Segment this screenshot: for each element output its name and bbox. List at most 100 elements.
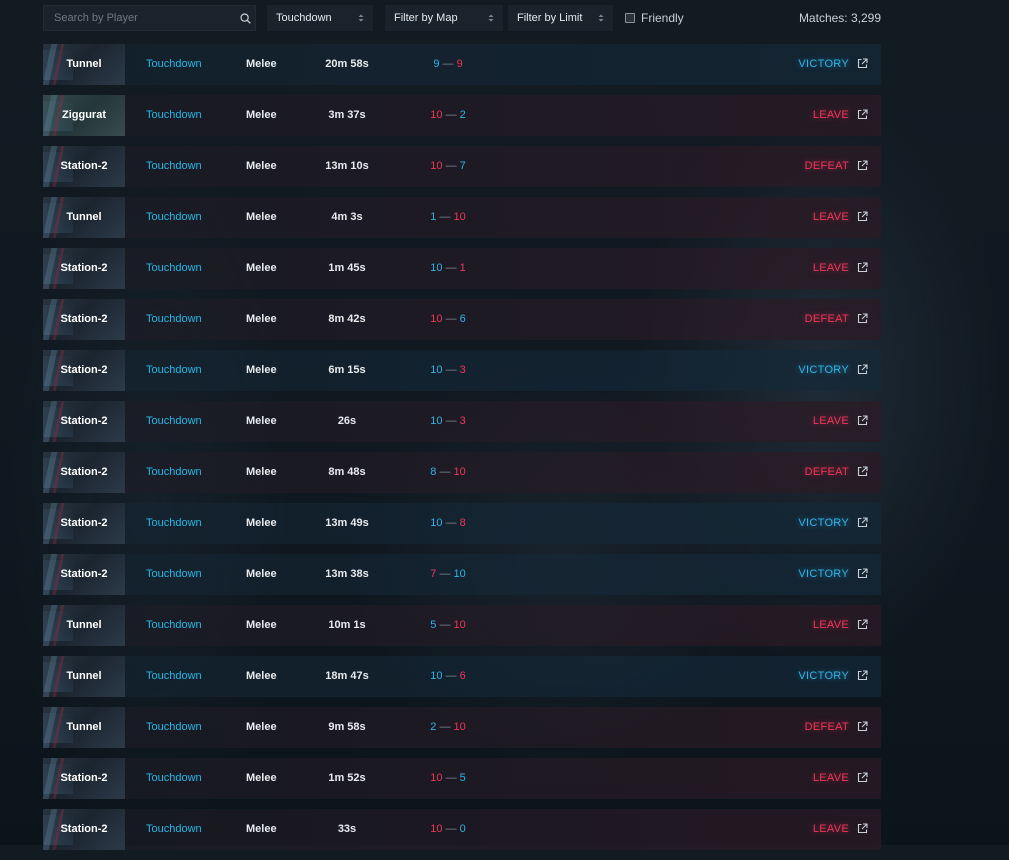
external-link-icon[interactable]: [857, 568, 868, 579]
limit-select[interactable]: Filter by Limit: [508, 5, 613, 31]
score-team-b: 0: [459, 823, 466, 835]
search-box: [43, 5, 256, 31]
match-duration: 18m 47s: [325, 670, 369, 682]
match-row[interactable]: Tunnel Touchdown Melee 20m 58s 9 — 9 VIC…: [43, 44, 881, 85]
score-separator: —: [442, 58, 457, 70]
score-team-b: 7: [459, 160, 466, 172]
game-mode: Touchdown: [146, 670, 202, 682]
match-row[interactable]: Station-2 Touchdown Melee 13m 49s 10 — 8…: [43, 503, 881, 544]
external-link-icon[interactable]: [857, 364, 868, 375]
game-mode: Touchdown: [146, 262, 202, 274]
match-duration: 1m 45s: [328, 262, 366, 274]
score-team-b: 10: [453, 211, 466, 223]
match-row[interactable]: Station-2 Touchdown Melee 1m 45s 10 — 1 …: [43, 248, 881, 289]
external-link-icon[interactable]: [857, 313, 868, 324]
match-row[interactable]: Station-2 Touchdown Melee 26s 10 — 3 LEA…: [43, 401, 881, 442]
row-background: [125, 95, 881, 136]
score-separator: —: [445, 160, 460, 172]
external-link-icon[interactable]: [857, 721, 868, 732]
external-link-icon[interactable]: [857, 160, 868, 171]
match-row[interactable]: Ziggurat Touchdown Melee 3m 37s 10 — 2 L…: [43, 95, 881, 136]
score-team-a: 1: [430, 211, 437, 223]
game-mode: Touchdown: [146, 772, 202, 784]
match-type: Melee: [246, 160, 277, 172]
score-separator: —: [445, 823, 460, 835]
score-team-a: 10: [430, 772, 443, 784]
search-button[interactable]: [234, 6, 257, 30]
score-separator: —: [439, 721, 454, 733]
score-separator: —: [445, 415, 460, 427]
map-select[interactable]: Filter by Map: [385, 5, 503, 31]
checkbox-box[interactable]: [625, 13, 635, 23]
match-duration: 4m 3s: [331, 211, 363, 223]
score-team-a: 10: [430, 670, 443, 682]
external-link-icon[interactable]: [857, 466, 868, 477]
match-type: Melee: [246, 721, 277, 733]
search-icon: [240, 12, 251, 24]
row-background: [125, 44, 881, 85]
score-team-a: 10: [430, 823, 443, 835]
match-score: 1 — 10: [403, 211, 493, 223]
external-link-icon[interactable]: [857, 415, 868, 426]
friendly-checkbox[interactable]: Friendly: [625, 11, 684, 25]
match-row[interactable]: Tunnel Touchdown Melee 10m 1s 5 — 10 LEA…: [43, 605, 881, 646]
match-result: DEFEAT: [804, 313, 849, 325]
match-type: Melee: [246, 619, 277, 631]
match-duration: 6m 15s: [328, 364, 366, 376]
score-separator: —: [445, 772, 460, 784]
match-score: 10 — 6: [403, 313, 493, 325]
match-row[interactable]: Station-2 Touchdown Melee 1m 52s 10 — 5 …: [43, 758, 881, 799]
match-row[interactable]: Tunnel Touchdown Melee 4m 3s 1 — 10 LEAV…: [43, 197, 881, 238]
score-separator: —: [445, 262, 460, 274]
external-link-icon[interactable]: [857, 619, 868, 630]
match-type: Melee: [246, 517, 277, 529]
match-type: Melee: [246, 364, 277, 376]
external-link-icon[interactable]: [857, 670, 868, 681]
match-result: LEAVE: [812, 211, 849, 223]
row-background: [125, 350, 881, 391]
row-background: [125, 146, 881, 187]
mode-select[interactable]: Touchdown: [267, 5, 373, 31]
game-mode: Touchdown: [146, 160, 202, 172]
external-link-icon[interactable]: [857, 58, 868, 69]
match-row[interactable]: Station-2 Touchdown Melee 33s 10 — 0 LEA…: [43, 809, 881, 850]
match-row[interactable]: Station-2 Touchdown Melee 13m 10s 10 — 7…: [43, 146, 881, 187]
friendly-label: Friendly: [641, 11, 684, 25]
external-link-icon[interactable]: [857, 262, 868, 273]
match-list: Tunnel Touchdown Melee 20m 58s 9 — 9 VIC…: [43, 44, 881, 860]
match-score: 10 — 5: [403, 772, 493, 784]
match-duration: 9m 58s: [328, 721, 366, 733]
match-result: LEAVE: [812, 619, 849, 631]
search-input[interactable]: [44, 6, 230, 30]
select-arrows-icon: [358, 14, 364, 22]
external-link-icon[interactable]: [857, 109, 868, 120]
external-link-icon[interactable]: [857, 211, 868, 222]
match-score: 10 — 2: [403, 109, 493, 121]
match-type: Melee: [246, 772, 277, 784]
limit-select-value: Filter by Limit: [517, 12, 583, 24]
match-score: 10 — 8: [403, 517, 493, 529]
external-link-icon[interactable]: [857, 823, 868, 834]
mode-select-value: Touchdown: [276, 12, 332, 24]
score-separator: —: [445, 670, 460, 682]
match-duration: 1m 52s: [328, 772, 366, 784]
score-team-a: 10: [430, 262, 443, 274]
match-row[interactable]: Station-2 Touchdown Melee 6m 15s 10 — 3 …: [43, 350, 881, 391]
match-row[interactable]: Tunnel Touchdown Melee 9m 58s 2 — 10 DEF…: [43, 707, 881, 748]
match-row[interactable]: Station-2 Touchdown Melee 8m 48s 8 — 10 …: [43, 452, 881, 493]
score-separator: —: [439, 466, 454, 478]
match-type: Melee: [246, 823, 277, 835]
map-name: Tunnel: [66, 619, 102, 631]
match-row[interactable]: Tunnel Touchdown Melee 18m 47s 10 — 6 VI…: [43, 656, 881, 697]
score-team-a: 10: [430, 517, 443, 529]
external-link-icon[interactable]: [857, 772, 868, 783]
match-row[interactable]: Station-2 Touchdown Melee 13m 38s 7 — 10…: [43, 554, 881, 595]
score-team-a: 10: [430, 160, 443, 172]
external-link-icon[interactable]: [857, 517, 868, 528]
match-score: 8 — 10: [403, 466, 493, 478]
map-name: Tunnel: [66, 721, 102, 733]
match-row[interactable]: Station-2 Touchdown Melee 8m 42s 10 — 6 …: [43, 299, 881, 340]
row-background: [125, 809, 881, 850]
game-mode: Touchdown: [146, 313, 202, 325]
match-type: Melee: [246, 58, 277, 70]
